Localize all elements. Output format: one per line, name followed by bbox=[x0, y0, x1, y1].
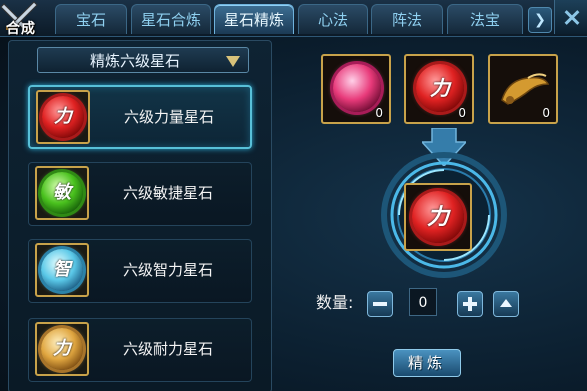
gem-glyph: 力 bbox=[53, 338, 71, 359]
tab-formation[interactable]: 阵法 bbox=[371, 4, 443, 34]
item-label: 六级智力星石 bbox=[123, 261, 214, 279]
gem-slot: 力 bbox=[36, 90, 90, 144]
dropdown-value: 精炼六级星石 bbox=[89, 52, 180, 70]
gem-glyph: 力 bbox=[430, 76, 450, 100]
synthesis-logo: 合成 bbox=[0, 0, 52, 40]
strength-gem-icon: 力 bbox=[416, 64, 464, 112]
pink-gem-icon bbox=[333, 64, 381, 112]
tab-star-stone-refine[interactable]: 星石精炼 bbox=[214, 4, 294, 34]
list-item-strength[interactable]: 力 六级力量星石 bbox=[28, 85, 252, 149]
list-item-stamina[interactable]: 力 六级耐力星石 bbox=[28, 318, 252, 382]
material-count: 0 bbox=[458, 106, 466, 120]
close-icon[interactable] bbox=[554, 0, 587, 34]
strength-gem-icon: 力 bbox=[412, 191, 464, 243]
tab-gem[interactable]: 宝石 bbox=[55, 4, 127, 34]
material-count: 0 bbox=[375, 106, 383, 120]
chevron-right-icon[interactable]: ❯ bbox=[528, 7, 552, 33]
increase-button[interactable] bbox=[457, 291, 483, 317]
gem-glyph: 力 bbox=[54, 106, 72, 127]
item-label: 六级力量星石 bbox=[124, 108, 215, 126]
tab-star-stone-fusion[interactable]: 星石合炼 bbox=[131, 4, 211, 34]
quantity-label: 数量: bbox=[316, 293, 354, 312]
gem-glyph: 智 bbox=[53, 259, 71, 280]
synthesis-window: 合成 宝石 星石合炼 星石精炼 心法 阵法 法宝 ❯ 精炼六级星石 力 六级力量… bbox=[0, 0, 587, 391]
tab-magic-treasure[interactable]: 法宝 bbox=[447, 4, 523, 34]
material-count: 0 bbox=[542, 106, 550, 120]
logo-label: 合成 bbox=[6, 21, 36, 37]
material-slot-2[interactable]: 力 0 bbox=[404, 54, 474, 124]
item-label: 六级敏捷星石 bbox=[123, 184, 214, 202]
gem-glyph: 力 bbox=[426, 204, 449, 230]
item-label: 六级耐力星石 bbox=[123, 340, 214, 358]
refine-button[interactable]: 精炼 bbox=[393, 349, 461, 377]
tab-mind-method[interactable]: 心法 bbox=[298, 4, 368, 34]
agility-gem-icon: 敏 bbox=[41, 172, 83, 214]
gem-glyph: 敏 bbox=[53, 182, 71, 203]
strength-gem-icon: 力 bbox=[42, 96, 84, 138]
material-slot-1[interactable]: 0 bbox=[321, 54, 391, 124]
chevron-down-icon bbox=[226, 56, 240, 67]
refine-level-dropdown[interactable]: 精炼六级星石 bbox=[37, 47, 249, 73]
horn-icon bbox=[501, 73, 550, 105]
list-item-agility[interactable]: 敏 六级敏捷星石 bbox=[28, 162, 252, 226]
result-slot: 力 bbox=[404, 183, 472, 251]
intelligence-gem-icon: 智 bbox=[41, 249, 83, 291]
decrease-button[interactable] bbox=[367, 291, 393, 317]
quantity-input[interactable]: 0 bbox=[409, 288, 437, 316]
gem-slot: 智 bbox=[35, 243, 89, 297]
gem-slot: 敏 bbox=[35, 166, 89, 220]
gem-slot: 力 bbox=[35, 322, 89, 376]
material-slot-3[interactable]: 0 bbox=[488, 54, 558, 124]
stamina-gem-icon: 力 bbox=[41, 328, 83, 370]
list-item-intelligence[interactable]: 智 六级智力星石 bbox=[28, 239, 252, 303]
max-button[interactable] bbox=[493, 291, 519, 317]
